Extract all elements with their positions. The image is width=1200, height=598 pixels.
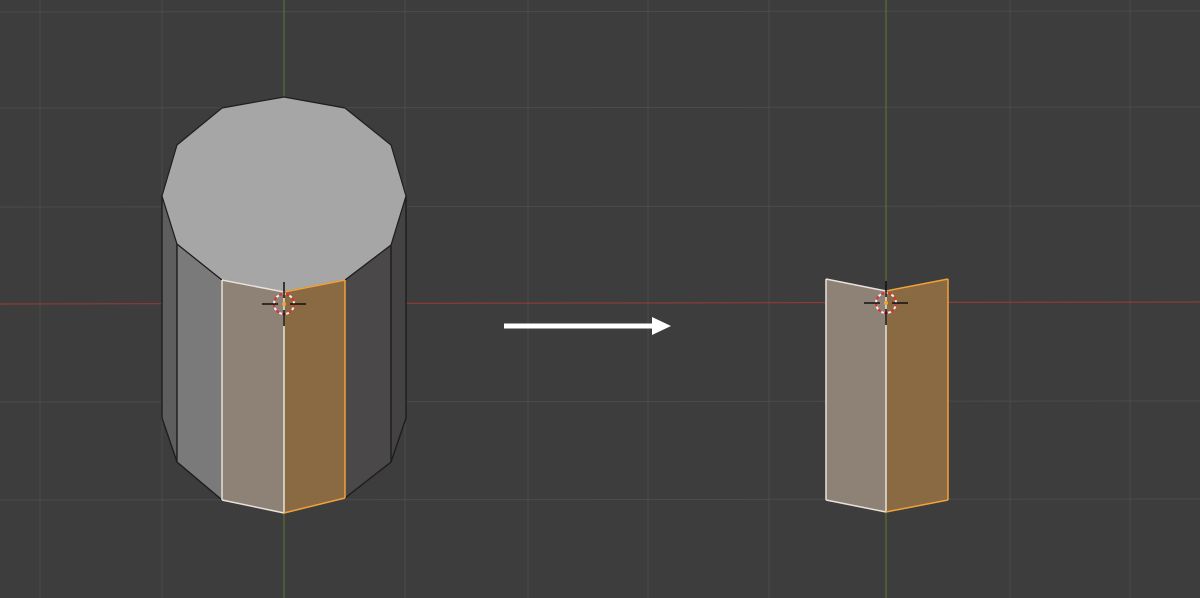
separated-faces-object[interactable] xyxy=(825,278,949,513)
grid-line xyxy=(0,498,1200,501)
selected-face[interactable] xyxy=(222,280,284,513)
cylinder-side-face[interactable] xyxy=(344,244,392,499)
right-arrow-icon xyxy=(504,317,671,335)
cylinder-object[interactable] xyxy=(161,96,407,514)
active-face[interactable] xyxy=(886,279,948,512)
active-face[interactable] xyxy=(284,280,345,513)
3d-viewport[interactable] xyxy=(0,0,1200,598)
grid-line xyxy=(0,106,1200,109)
cylinder-side-face[interactable] xyxy=(176,243,223,501)
selected-face[interactable] xyxy=(826,279,886,512)
grid-line xyxy=(0,10,1200,13)
